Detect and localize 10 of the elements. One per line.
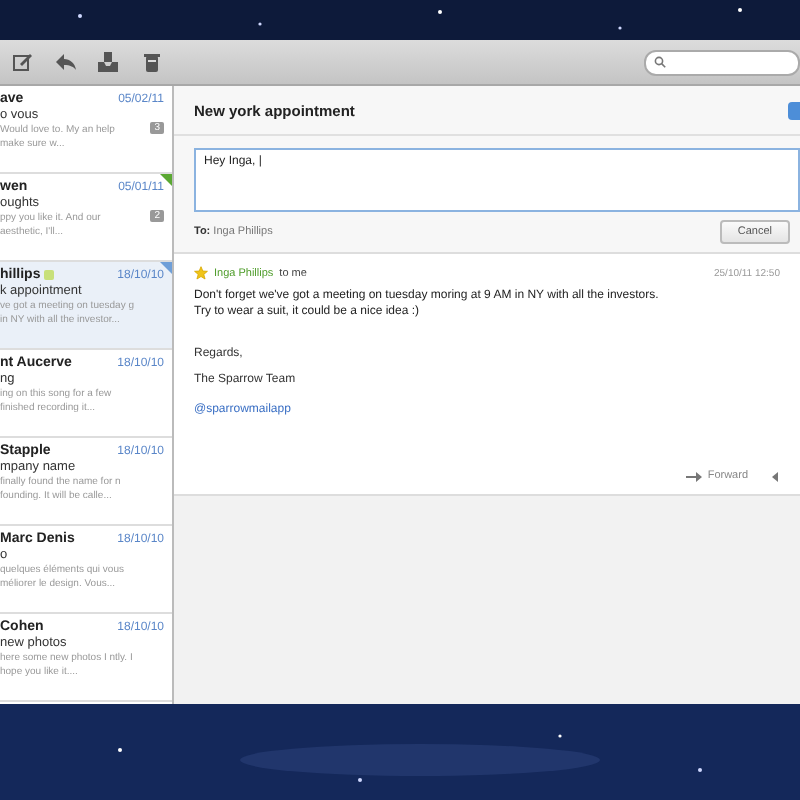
inbox-tray-icon[interactable] — [98, 52, 119, 72]
arrow-icon — [685, 471, 702, 481]
reply-arrow-icon[interactable] — [55, 52, 76, 72]
arrow-icon[interactable] — [772, 471, 782, 481]
pencil-square-icon[interactable] — [11, 52, 32, 72]
search-icon — [654, 56, 666, 68]
send-button[interactable] — [788, 101, 800, 119]
star-icon[interactable] — [194, 266, 208, 280]
search-field[interactable] — [644, 49, 800, 75]
trash-can-icon[interactable] — [142, 52, 163, 72]
